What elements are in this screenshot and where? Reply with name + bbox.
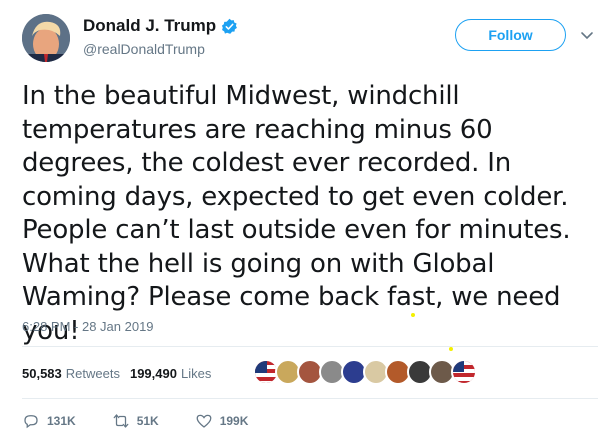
avatar-image	[22, 14, 70, 62]
like-button[interactable]: 199K	[195, 412, 249, 430]
reply-button[interactable]: 131K	[22, 412, 76, 430]
tweet-text-part2: ? Please come back fast,	[126, 282, 452, 312]
retweet-icon	[113, 414, 129, 428]
engagement-stats: 50,583 Retweets 199,490 Likes	[22, 366, 221, 381]
reply-icon	[24, 415, 38, 429]
chevron-down-icon[interactable]	[579, 27, 595, 43]
divider-top	[22, 346, 598, 347]
retweet-button[interactable]: 51K	[112, 412, 159, 430]
retweets-stat[interactable]: 50,583 Retweets	[22, 366, 120, 381]
liker-avatar[interactable]	[451, 359, 477, 385]
profile-avatar[interactable]	[22, 14, 70, 62]
reply-count: 131K	[47, 414, 76, 428]
tweet-text: In the beautiful Midwest, windchill temp…	[22, 80, 607, 348]
display-name[interactable]: Donald J. Trump	[83, 16, 216, 36]
user-handle[interactable]: @realDonaldTrump	[83, 41, 205, 57]
follow-button[interactable]: Follow	[455, 19, 566, 51]
tweet-actions: 131K 51K 199K	[22, 412, 284, 430]
retweet-count: 51K	[136, 414, 159, 428]
retweets-count: 50,583	[22, 366, 62, 381]
liker-avatars	[253, 359, 477, 385]
retweets-label: Retweets	[65, 366, 120, 381]
like-count: 199K	[219, 414, 249, 428]
likes-count: 199,490	[129, 366, 177, 381]
verified-badge-icon	[222, 18, 238, 34]
tweet-timestamp[interactable]: 6:28 PM - 28 Jan 2019	[22, 319, 154, 334]
divider-bottom	[22, 398, 598, 399]
likes-label: Likes	[180, 366, 212, 381]
likes-stat[interactable]: 199,490 Likes	[130, 366, 211, 381]
heart-icon	[196, 414, 212, 428]
